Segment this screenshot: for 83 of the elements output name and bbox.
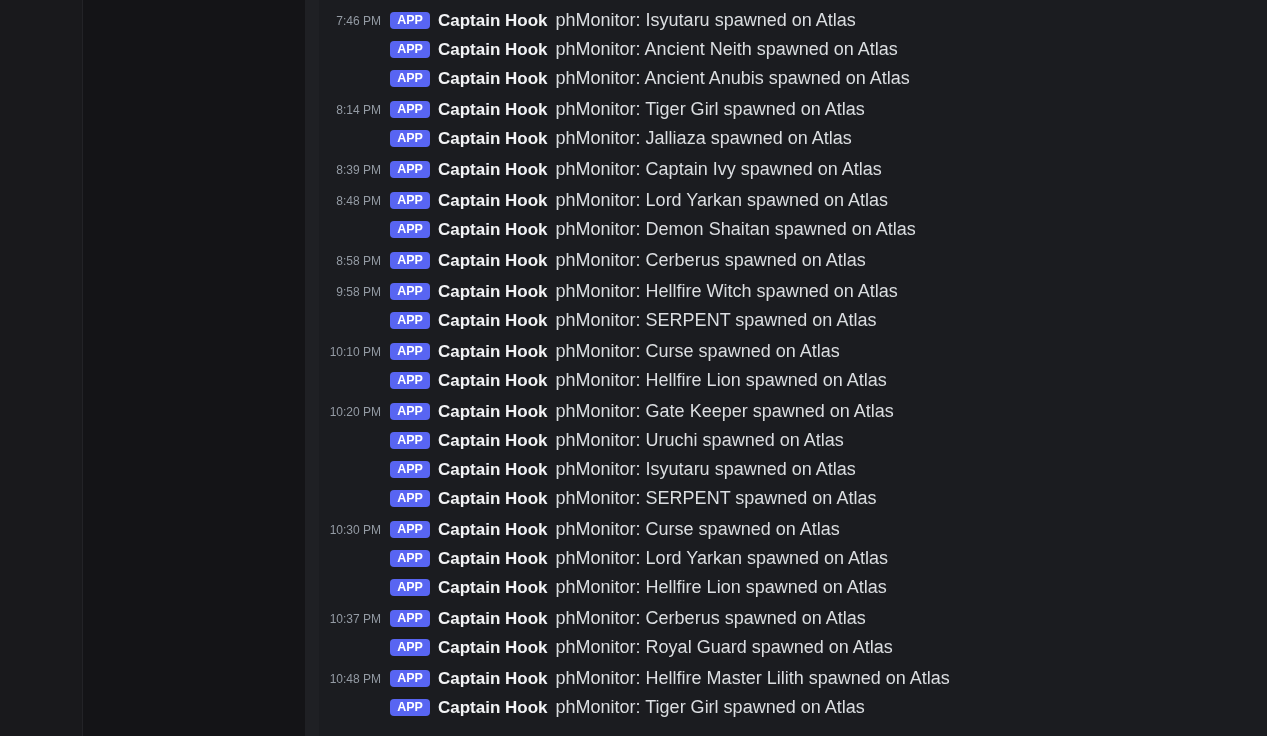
message-timestamp: 9:58 PM <box>335 284 381 299</box>
message-timestamp: 7:46 PM <box>335 13 381 28</box>
message-text: phMonitor: Curse spawned on Atlas <box>555 519 840 540</box>
author-name[interactable]: Captain Hook <box>438 99 548 120</box>
app-tag: APP <box>390 639 430 656</box>
app-tag: APP <box>390 312 430 329</box>
app-tag: APP <box>390 101 430 118</box>
message-text: phMonitor: Ancient Anubis spawned on Atlas <box>555 68 910 89</box>
author-name[interactable]: Captain Hook <box>438 668 548 689</box>
message-timestamp: 10:37 PM <box>328 611 381 626</box>
message-timestamp: 8:58 PM <box>335 253 381 268</box>
author-name[interactable]: Captain Hook <box>438 370 548 391</box>
app-tag: APP <box>390 579 430 596</box>
message-text: phMonitor: Demon Shaitan spawned on Atlas <box>555 219 916 240</box>
author-name[interactable]: Captain Hook <box>438 39 548 60</box>
app-tag: APP <box>390 610 430 627</box>
message-timestamp: 10:10 PM <box>328 344 381 359</box>
app-tag: APP <box>390 403 430 420</box>
app-tag: APP <box>390 550 430 567</box>
author-name[interactable]: Captain Hook <box>438 608 548 629</box>
app-tag: APP <box>390 490 430 507</box>
author-name[interactable]: Captain Hook <box>438 459 548 480</box>
app-tag: APP <box>390 130 430 147</box>
app-tag: APP <box>390 521 430 538</box>
author-name[interactable]: Captain Hook <box>438 488 548 509</box>
app-tag: APP <box>390 283 430 300</box>
message-text: phMonitor: Lord Yarkan spawned on Atlas <box>555 190 889 211</box>
author-name[interactable]: Captain Hook <box>438 68 548 89</box>
message-text: phMonitor: Tiger Girl spawned on Atlas <box>555 697 865 718</box>
app-tag: APP <box>390 192 430 209</box>
author-name[interactable]: Captain Hook <box>438 10 548 31</box>
message-text: phMonitor: Uruchi spawned on Atlas <box>555 430 844 451</box>
author-name[interactable]: Captain Hook <box>438 250 548 271</box>
author-name[interactable]: Captain Hook <box>438 430 548 451</box>
message-text: phMonitor: Lord Yarkan spawned on Atlas <box>555 548 889 569</box>
message-text: phMonitor: Cerberus spawned on Atlas <box>555 250 866 271</box>
author-name[interactable]: Captain Hook <box>438 190 548 211</box>
message-text: phMonitor: Jalliaza spawned on Atlas <box>555 128 852 149</box>
author-name[interactable]: Captain Hook <box>438 310 548 331</box>
message-timestamp: 10:48 PM <box>328 671 381 686</box>
message-text: phMonitor: SERPENT spawned on Atlas <box>555 488 877 509</box>
app-tag: APP <box>390 252 430 269</box>
message-text: phMonitor: Tiger Girl spawned on Atlas <box>555 99 865 120</box>
author-name[interactable]: Captain Hook <box>438 637 548 658</box>
message-timestamp: 8:39 PM <box>335 162 381 177</box>
app-tag: APP <box>390 432 430 449</box>
message-text: phMonitor: Hellfire Lion spawned on Atlas <box>555 577 887 598</box>
author-name[interactable]: Captain Hook <box>438 548 548 569</box>
author-name[interactable]: Captain Hook <box>438 401 548 422</box>
author-name[interactable]: Captain Hook <box>438 697 548 718</box>
app-tag: APP <box>390 70 430 87</box>
author-name[interactable]: Captain Hook <box>438 219 548 240</box>
app-tag: APP <box>390 343 430 360</box>
author-name[interactable]: Captain Hook <box>438 128 548 149</box>
message-timestamp: 8:48 PM <box>335 193 381 208</box>
author-name[interactable]: Captain Hook <box>438 281 548 302</box>
app-tag: APP <box>390 670 430 687</box>
app-tag: APP <box>390 461 430 478</box>
app-tag: APP <box>390 41 430 58</box>
message-timestamp: 10:20 PM <box>328 404 381 419</box>
message-text: phMonitor: Hellfire Witch spawned on Atlas <box>555 281 898 302</box>
message-text: phMonitor: Isyutaru spawned on Atlas <box>555 10 856 31</box>
message-text: phMonitor: Captain Ivy spawned on Atlas <box>555 159 882 180</box>
app-tag: APP <box>390 699 430 716</box>
message-text: phMonitor: Gate Keeper spawned on Atlas <box>555 401 894 422</box>
app-tag: APP <box>390 372 430 389</box>
message-text: phMonitor: Isyutaru spawned on Atlas <box>555 459 856 480</box>
app-tag: APP <box>390 221 430 238</box>
message-text: phMonitor: Hellfire Master Lilith spawned on Atlas <box>555 668 950 689</box>
author-name[interactable]: Captain Hook <box>438 577 548 598</box>
message-timestamp: 10:30 PM <box>328 522 381 537</box>
message-text: phMonitor: SERPENT spawned on Atlas <box>555 310 877 331</box>
message-text: phMonitor: Royal Guard spawned on Atlas <box>555 637 893 658</box>
author-name[interactable]: Captain Hook <box>438 341 548 362</box>
message-text: phMonitor: Curse spawned on Atlas <box>555 341 840 362</box>
app-tag: APP <box>390 12 430 29</box>
message-timestamp: 8:14 PM <box>335 102 381 117</box>
author-name[interactable]: Captain Hook <box>438 159 548 180</box>
message-text: phMonitor: Hellfire Lion spawned on Atlas <box>555 370 887 391</box>
message-text: phMonitor: Ancient Neith spawned on Atlas <box>555 39 898 60</box>
author-name[interactable]: Captain Hook <box>438 519 548 540</box>
message-text: phMonitor: Cerberus spawned on Atlas <box>555 608 866 629</box>
app-tag: APP <box>390 161 430 178</box>
